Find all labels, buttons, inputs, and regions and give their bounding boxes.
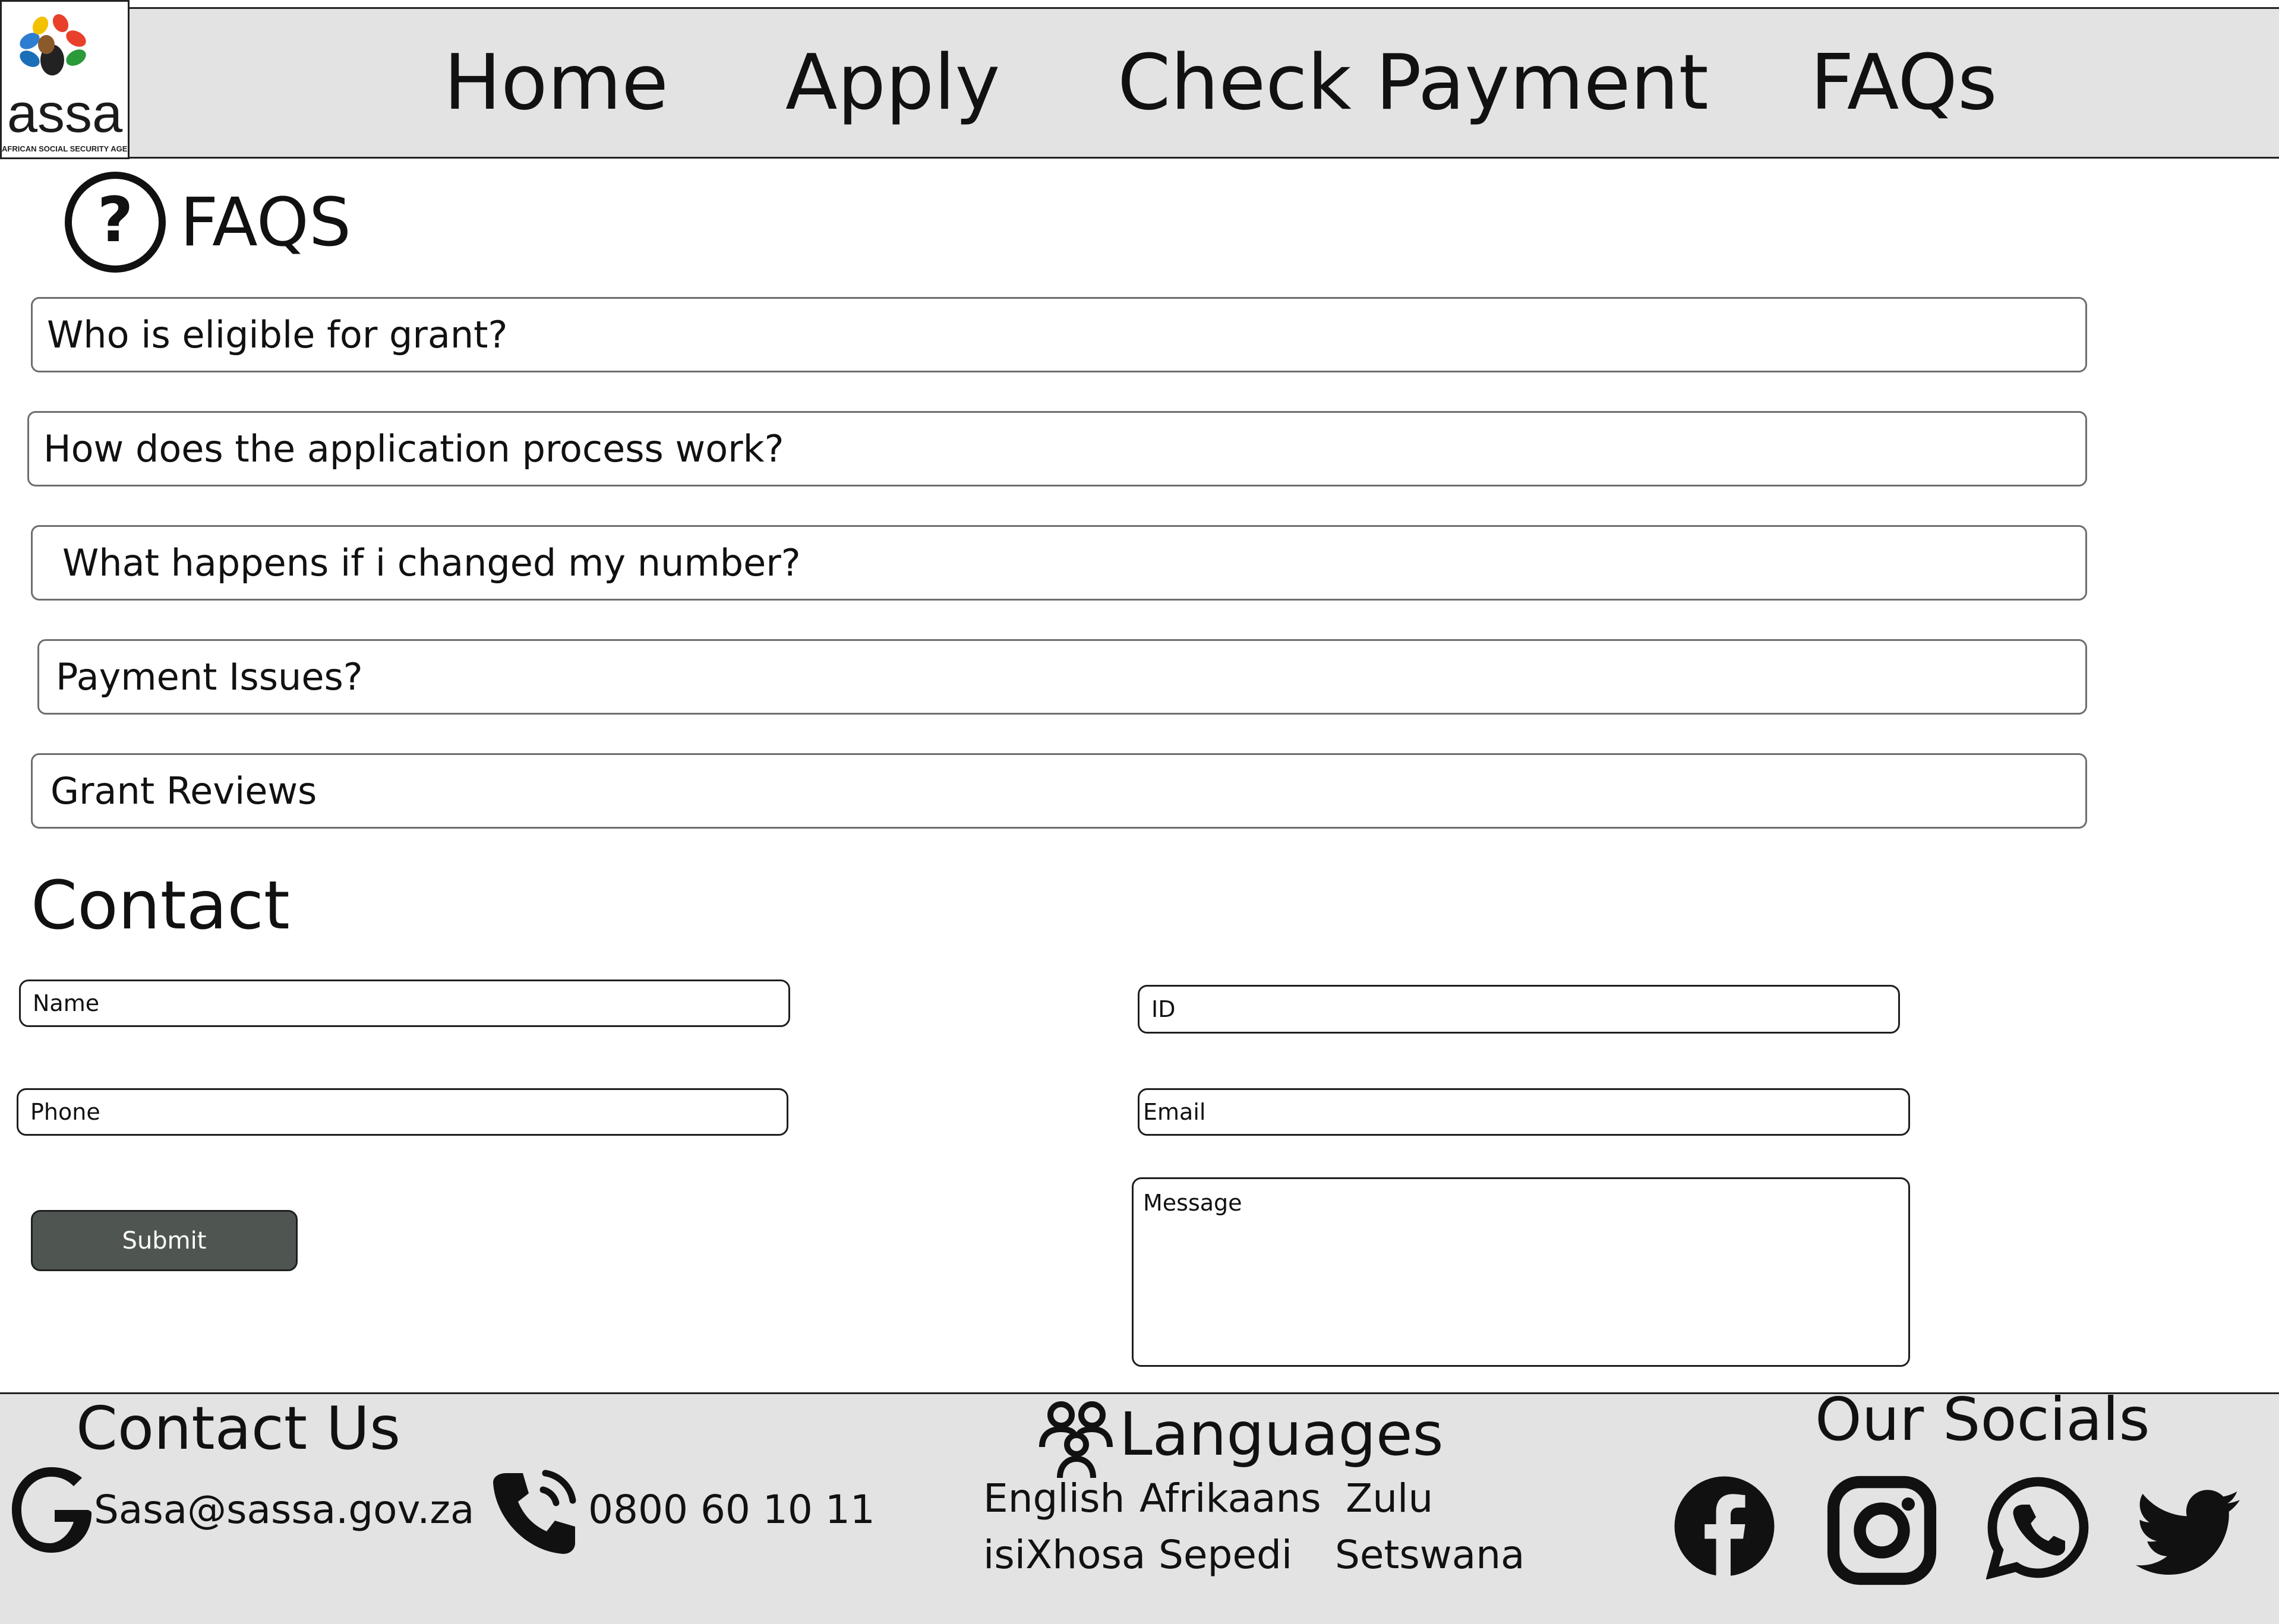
faq-item-payment-issues[interactable]: Payment Issues? — [37, 639, 2087, 715]
logo-tagline: AFRICAN SOCIAL SECURITY AGENCY — [2, 144, 130, 153]
svg-text:?: ? — [97, 184, 133, 256]
whatsapp-icon[interactable] — [1986, 1475, 2090, 1579]
language-english[interactable]: English — [983, 1472, 1125, 1525]
nav-home[interactable]: Home — [444, 36, 668, 131]
language-isixhosa[interactable]: isiXhosa — [983, 1528, 1145, 1582]
language-sepedi[interactable]: Sepedi — [1159, 1528, 1292, 1582]
google-g-icon — [12, 1467, 91, 1553]
id-field[interactable] — [1138, 985, 1900, 1034]
faq-item-application-process[interactable]: How does the application process work? — [27, 411, 2087, 486]
language-zulu[interactable]: Zulu — [1346, 1472, 1433, 1525]
logo-wordmark: assa — [7, 83, 123, 144]
phone-field[interactable] — [17, 1088, 788, 1136]
contact-us-heading: Contact Us — [76, 1394, 401, 1463]
faq-item-changed-number[interactable]: What happens if i changed my number? — [31, 525, 2087, 601]
faq-item-grant-reviews[interactable]: Grant Reviews — [31, 753, 2087, 829]
nav-apply[interactable]: Apply — [785, 36, 1000, 131]
people-icon — [1039, 1401, 1113, 1478]
faq-question: How does the application process work? — [43, 427, 784, 470]
phone-call-icon — [493, 1470, 576, 1554]
name-field[interactable] — [19, 980, 790, 1027]
languages-heading: Languages — [1119, 1399, 1444, 1469]
contact-phone[interactable]: 0800 60 10 11 — [588, 1483, 875, 1537]
language-afrikaans[interactable]: Afrikaans — [1140, 1472, 1321, 1525]
faq-title: FAQS — [180, 184, 352, 261]
message-field[interactable] — [1132, 1177, 1910, 1367]
faq-question: Grant Reviews — [50, 769, 317, 813]
email-field[interactable] — [1138, 1088, 1910, 1136]
question-mark-icon: ? — [65, 172, 166, 273]
faq-question: What happens if i changed my number? — [62, 541, 801, 584]
our-socials-heading: Our Socials — [1815, 1385, 2150, 1454]
faq-question: Payment Issues? — [56, 655, 363, 699]
language-setswana[interactable]: Setswana — [1335, 1528, 1524, 1582]
nav-faqs[interactable]: FAQs — [1810, 36, 1997, 131]
contact-email[interactable]: Sasa@sassa.gov.za — [94, 1483, 474, 1537]
instagram-icon[interactable] — [1827, 1475, 1937, 1585]
nav-check-payment[interactable]: Check Payment — [1118, 36, 1709, 131]
facebook-icon[interactable] — [1672, 1474, 1776, 1578]
faq-question: Who is eligible for grant? — [47, 313, 508, 356]
sassa-logo[interactable]: assa AFRICAN SOCIAL SECURITY AGENCY — [0, 0, 130, 159]
twitter-icon[interactable] — [2136, 1488, 2240, 1577]
submit-button[interactable]: Submit — [31, 1210, 298, 1271]
faq-item-eligibility[interactable]: Who is eligible for grant? — [31, 297, 2087, 372]
contact-title: Contact — [31, 867, 290, 944]
hands-logo-icon — [20, 14, 86, 75]
